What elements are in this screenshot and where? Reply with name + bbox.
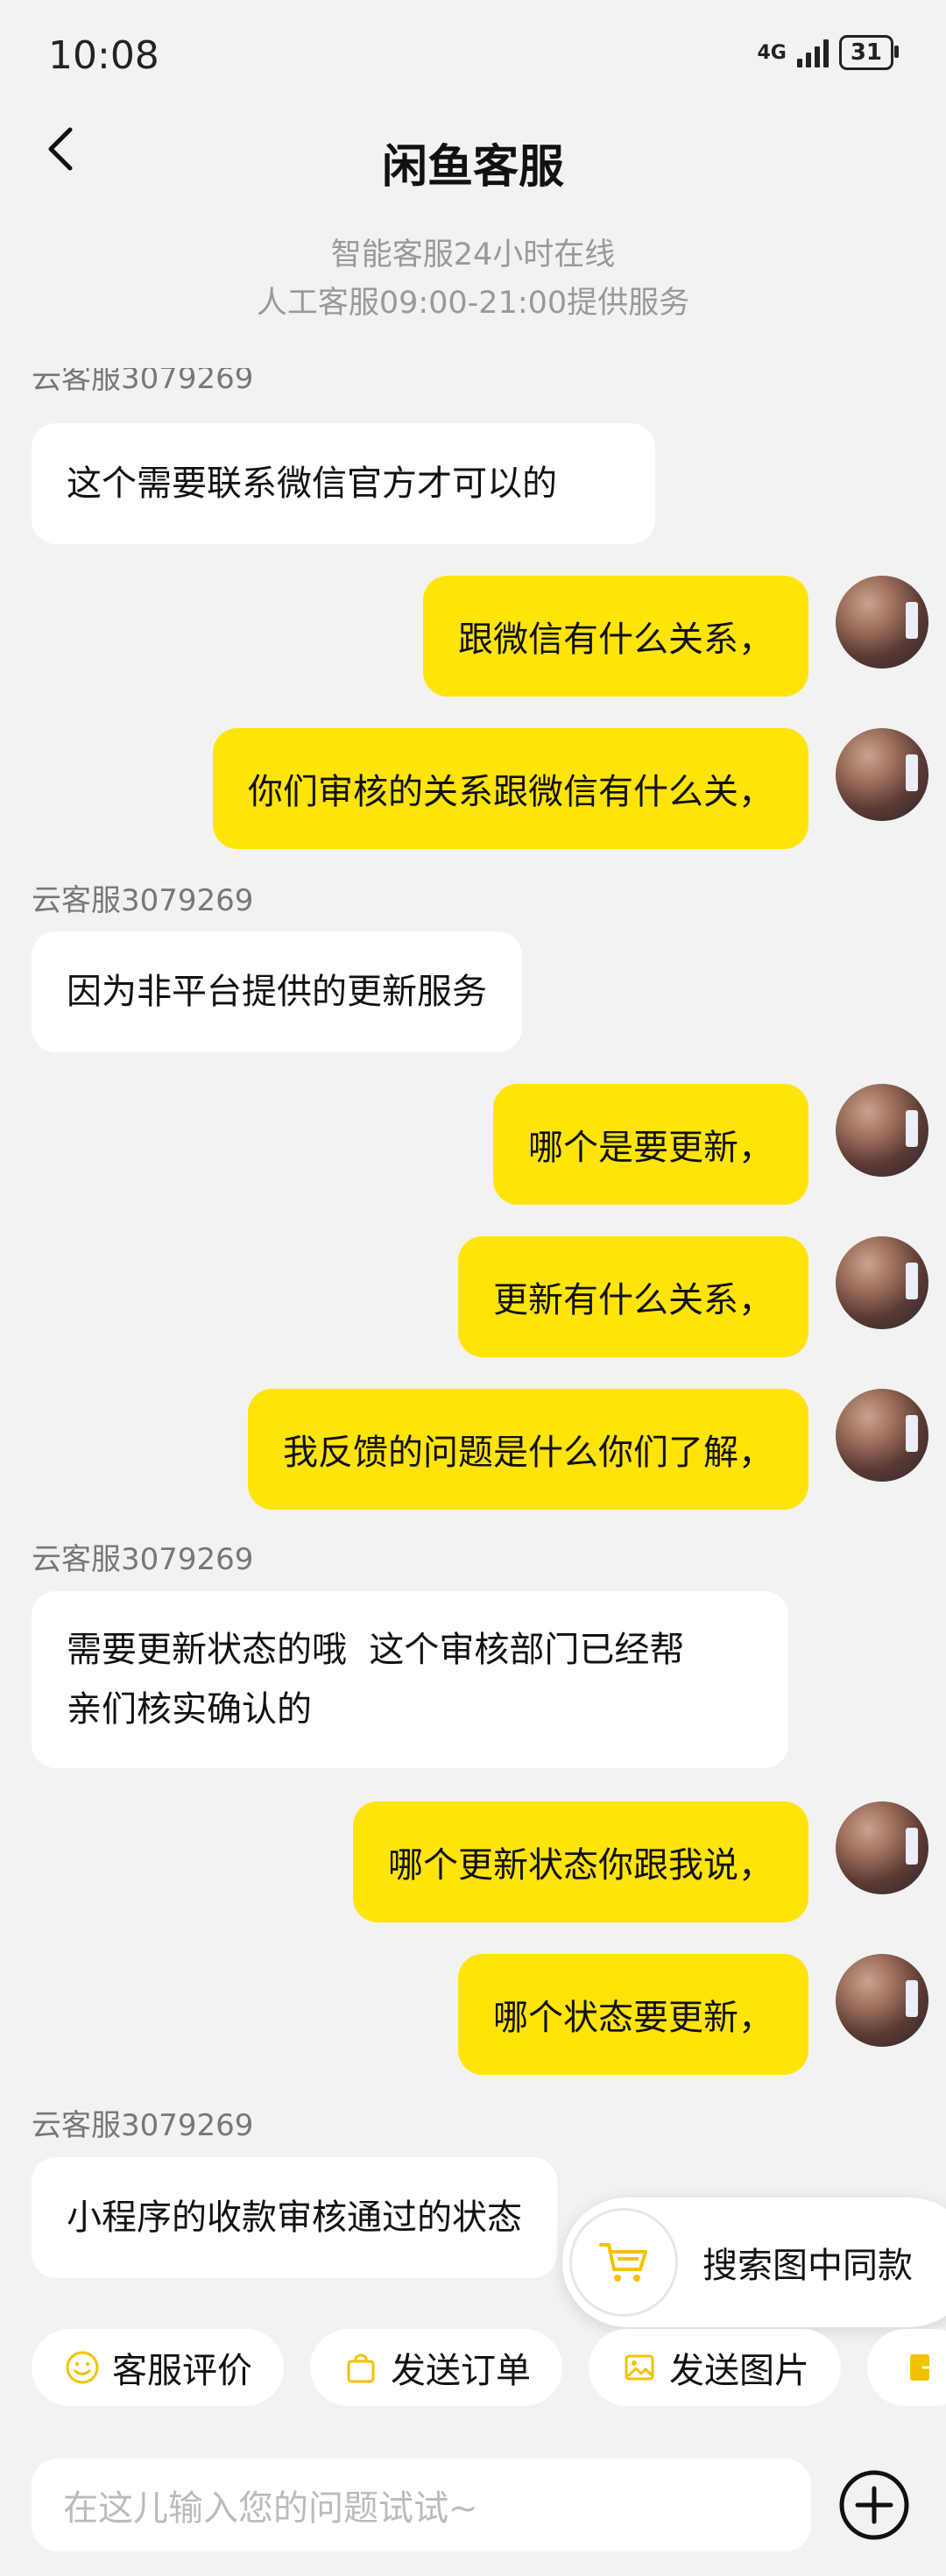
user-message-bubble[interactable]: 哪个更新状态你跟我说，	[353, 1801, 808, 1922]
chip-label: 客服评价	[112, 2351, 252, 2391]
user-message-bubble[interactable]: 哪个是要更新，	[493, 1084, 808, 1205]
agent-message-bubble[interactable]: 需要更新状态的哦 这个审核部门已经帮 亲们核实确认的	[32, 1591, 788, 1768]
signal-icon	[796, 38, 829, 67]
agent-name: 云客服3079269	[32, 368, 254, 396]
message-text: 哪个更新状态你跟我说，	[388, 1845, 773, 1886]
smile-icon	[66, 2351, 99, 2384]
bag-icon	[347, 2353, 375, 2383]
document-icon	[910, 2354, 939, 2381]
network-label: 4G	[757, 41, 787, 64]
message-text: 你们审核的关系跟微信有什么关，	[248, 772, 773, 812]
message-text: 因为非平台提供的更新服务	[67, 972, 487, 1012]
status-icons: 4G 31	[757, 35, 900, 70]
user-message-bubble[interactable]: 更新有什么关系，	[458, 1236, 808, 1357]
send-image-button[interactable]: 发送图片	[589, 2329, 841, 2406]
cart-icon	[599, 2243, 647, 2282]
message-text: 更新有什么关系，	[493, 1280, 773, 1320]
user-avatar[interactable]	[836, 1236, 928, 1329]
chip-label: 发送图片	[669, 2351, 809, 2391]
message-text: 小程序的收款审核通过的状态	[67, 2197, 522, 2238]
user-message-bubble[interactable]: 跟微信有什么关系，	[423, 576, 808, 697]
service-hours-line1: 智能客服24小时在线	[330, 237, 616, 272]
agent-name: 云客服3079269	[32, 883, 254, 918]
send-order-button[interactable]: 发送订单	[310, 2329, 562, 2406]
agent-message-bubble[interactable]: 因为非平台提供的更新服务	[32, 931, 522, 1052]
search-same-item-label: 搜索图中同款	[702, 2246, 913, 2286]
rate-service-button[interactable]: 客服评价	[32, 2329, 284, 2406]
page-title: 闲鱼客服	[381, 141, 564, 194]
agent-message-bubble[interactable]: 小程序的收款审核通过的状态	[32, 2157, 557, 2278]
status-time: 10:08	[48, 33, 159, 78]
service-hours-line2: 人工客服09:00-21:00提供服务	[256, 286, 690, 321]
battery-level: 31	[838, 35, 900, 70]
user-avatar[interactable]	[836, 1801, 928, 1894]
agent-name: 云客服3079269	[32, 1542, 254, 1577]
user-message-bubble[interactable]: 你们审核的关系跟微信有什么关，	[213, 728, 808, 849]
user-avatar[interactable]	[836, 1954, 928, 2047]
agent-name: 云客服3079269	[32, 2108, 254, 2143]
chip-label: 发送订单	[391, 2351, 531, 2391]
message-input[interactable]: 在这儿输入您的问题试试~	[32, 2459, 811, 2551]
message-text: 我反馈的问题是什么你们了解，	[283, 1433, 773, 1473]
cart-icon-wrap	[569, 2208, 678, 2317]
message-text: 跟微信有什么关系，	[458, 619, 773, 660]
message-text-line1: 需要更新状态的哦 这个审核部门已经帮	[67, 1630, 685, 1670]
agent-message-bubble[interactable]: 这个需要联系微信官方才可以的	[32, 423, 655, 544]
user-avatar[interactable]	[836, 576, 928, 669]
message-text: 哪个状态要更新，	[493, 1998, 773, 2038]
message-text: 哪个是要更新，	[528, 1128, 773, 1168]
chat-list[interactable]: 云客服3079269 这个需要联系微信官方才可以的 跟微信有什么关系， 你们审核…	[0, 368, 946, 2313]
image-icon	[625, 2354, 654, 2381]
user-message-bubble[interactable]: 我反馈的问题是什么你们了解，	[248, 1389, 808, 1510]
user-avatar[interactable]	[836, 1389, 928, 1482]
message-text-line2: 亲们核实确认的	[67, 1689, 312, 1730]
search-same-item-button[interactable]: 搜索图中同款	[562, 2197, 946, 2327]
user-avatar[interactable]	[836, 728, 928, 821]
plus-icon[interactable]	[838, 2469, 910, 2541]
message-text: 这个需要联系微信官方才可以的	[67, 464, 557, 504]
more-action-button[interactable]	[867, 2329, 946, 2406]
user-avatar[interactable]	[836, 1084, 928, 1177]
user-message-bubble[interactable]: 哪个状态要更新，	[458, 1954, 808, 2075]
